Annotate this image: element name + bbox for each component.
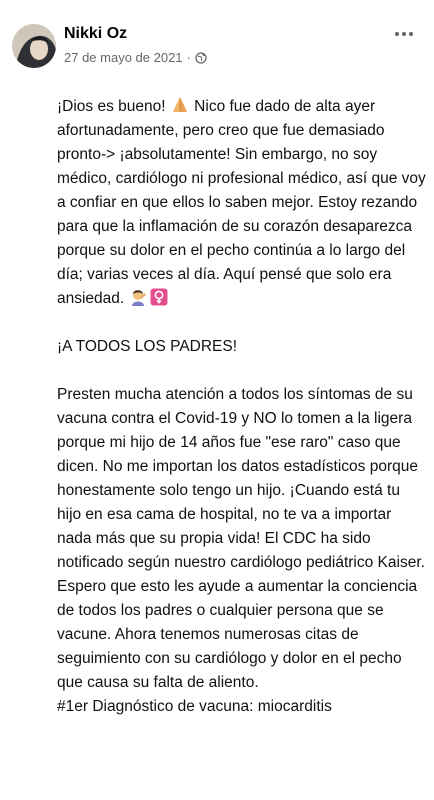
meta-separator: · — [186, 50, 191, 65]
folded-hands-emoji-icon — [171, 96, 189, 114]
post-paragraph-4: #1er Diagnóstico de vacuna: miocarditis — [57, 698, 332, 715]
avatar-image — [12, 24, 56, 68]
post-paragraph-2: ¡A TODOS LOS PADRES! — [57, 338, 238, 355]
facepalm-emoji-icon — [130, 288, 148, 306]
more-options-icon[interactable] — [388, 22, 420, 46]
avatar[interactable] — [12, 24, 56, 68]
globe-icon — [195, 52, 207, 64]
female-sign-emoji-icon — [150, 288, 168, 306]
post-text-1b: Nico fue dado de alta ayer afortunadamen… — [57, 98, 426, 307]
post-paragraph-1: ¡Dios es bueno! Nico fue dado de alta ay… — [57, 95, 427, 311]
post-date[interactable]: 27 de mayo de 2021 — [64, 50, 183, 66]
post-body: ¡Dios es bueno! Nico fue dado de alta ay… — [57, 95, 427, 719]
author-name[interactable]: Nikki Oz — [64, 24, 127, 44]
post-meta: 27 de mayo de 2021 · — [64, 50, 207, 66]
post-paragraph-3: Presten mucha atención a todos los sínto… — [57, 386, 425, 691]
post-text-1a: ¡Dios es bueno! — [57, 98, 170, 115]
post-header: Nikki Oz 27 de mayo de 2021 · — [0, 0, 434, 80]
